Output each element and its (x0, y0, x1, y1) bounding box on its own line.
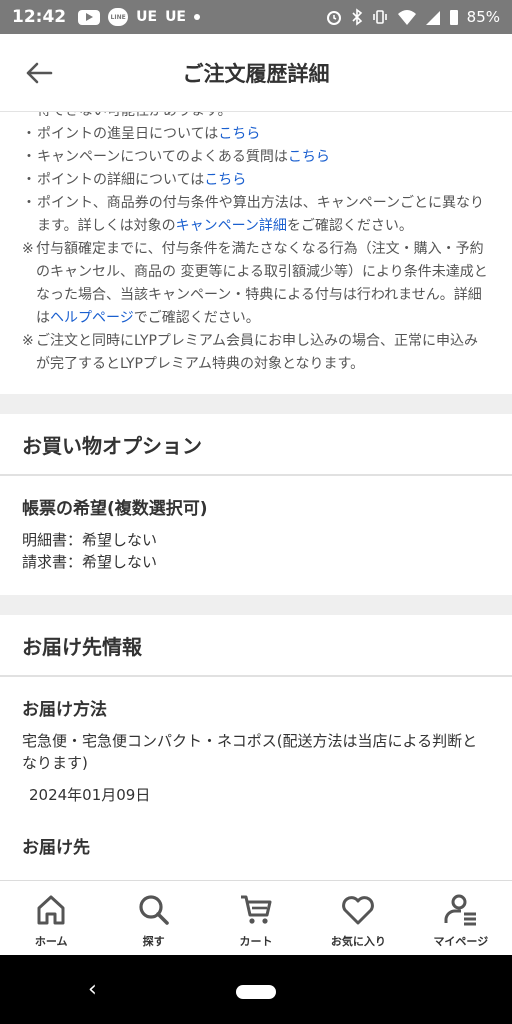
cart-icon (241, 895, 272, 924)
note-item: ・ ポイントの進呈日についてはこちら (22, 126, 261, 142)
system-nav-bar: ‹ (0, 955, 512, 1024)
status-notification-icons: LINE UE UE (78, 8, 200, 26)
nav-search[interactable]: 探す (102, 881, 204, 955)
line-icon: LINE (108, 8, 129, 26)
section-divider (0, 394, 512, 414)
note-item: ※ 付与額確定までに、付与条件を満たさなくなる行為（注文・購入・予約のキャンセル… (22, 241, 488, 326)
search-icon (139, 895, 169, 925)
receipt-row: 明細書：希望しない (22, 531, 158, 549)
nav-favorites[interactable]: お気に入り (307, 881, 409, 955)
delivery-info-title: お届け先情報 (0, 615, 512, 677)
back-button[interactable] (22, 56, 56, 90)
back-arrow-icon (26, 62, 53, 84)
note-item: ※ ご注文と同時にLYPプレミアム会員にお申し込みの場合、正常に申込みが完了する… (22, 333, 478, 372)
delivery-info-block: お届け方法 宅急便・宅急便コンパクト・ネコポス(配送方法は当店による判断となりま… (0, 677, 512, 805)
order-detail-content[interactable]: 得できない可能性があります。 ・ ポイントの進呈日についてはこちら ・ キャンペ… (0, 112, 512, 880)
vibrate-icon (372, 10, 387, 24)
note-item: ・ ポイント、商品券の付与条件や算出方法は、キャンペーンごとに異なります。詳しく… (22, 195, 485, 234)
delivery-method-text: 宅急便・宅急便コンパクト・ネコポス(配送方法は当店による判断となります) (22, 732, 478, 772)
bluetooth-icon (352, 8, 362, 26)
campaign-notes: 得できない可能性があります。 ・ ポイントの進呈日についてはこちら ・ キャンペ… (0, 112, 512, 376)
status-time: 12:42 (12, 7, 67, 27)
system-home-pill[interactable] (236, 985, 276, 999)
invoice-row: 請求書：希望しない (22, 553, 158, 571)
status-system-icons: 85% (325, 8, 500, 26)
delivery-method-heading: お届け方法 (22, 700, 107, 720)
point-details-link[interactable]: こちら (204, 172, 246, 188)
campaign-details-link[interactable]: キャンペーン詳細 (176, 218, 287, 234)
heart-icon (342, 896, 375, 925)
bottom-nav: ホーム 探す カート お気に入り マイページ (0, 880, 512, 955)
section-divider (0, 595, 512, 615)
nav-cart[interactable]: カート (205, 881, 307, 955)
youtube-icon (78, 9, 101, 25)
page-title: ご注文履歴詳細 (182, 61, 330, 86)
status-label-1: UE (136, 9, 158, 25)
status-bar: 12:42 LINE UE UE 85% (0, 0, 512, 34)
note-partial-text: 得できない可能性があります。 (22, 112, 490, 123)
user-icon (444, 894, 476, 926)
alarm-icon (326, 11, 341, 25)
home-icon (37, 895, 65, 925)
battery-percent: 85% (466, 8, 500, 26)
delivery-date: 2024年01月09日 (29, 786, 151, 804)
note-item: ・ キャンペーンについてのよくある質問はこちら (22, 149, 330, 165)
shopping-options-block: 帳票の希望(複数選択可) 明細書：希望しない 請求書：希望しない (0, 476, 512, 573)
note-item: ・ ポイントの詳細についてはこちら (22, 172, 247, 188)
receipt-preference-heading: 帳票の希望(複数選択可) (22, 499, 208, 519)
nav-mypage[interactable]: マイページ (410, 881, 512, 955)
more-notifications-dot-icon (194, 14, 200, 20)
nav-home[interactable]: ホーム (0, 881, 102, 955)
point-date-link[interactable]: こちら (218, 126, 260, 142)
battery-icon (449, 10, 458, 25)
campaign-faq-link[interactable]: こちら (288, 149, 330, 165)
status-label-2: UE (165, 9, 186, 25)
shopping-options-title: お買い物オプション (0, 414, 512, 476)
signal-icon (425, 11, 440, 25)
help-page-link[interactable]: ヘルプページ (50, 310, 134, 326)
system-back-icon[interactable]: ‹ (88, 977, 97, 1002)
app-header: ご注文履歴詳細 (0, 34, 512, 112)
delivery-address-heading: お届け先 (22, 838, 90, 858)
wifi-icon (397, 10, 416, 25)
